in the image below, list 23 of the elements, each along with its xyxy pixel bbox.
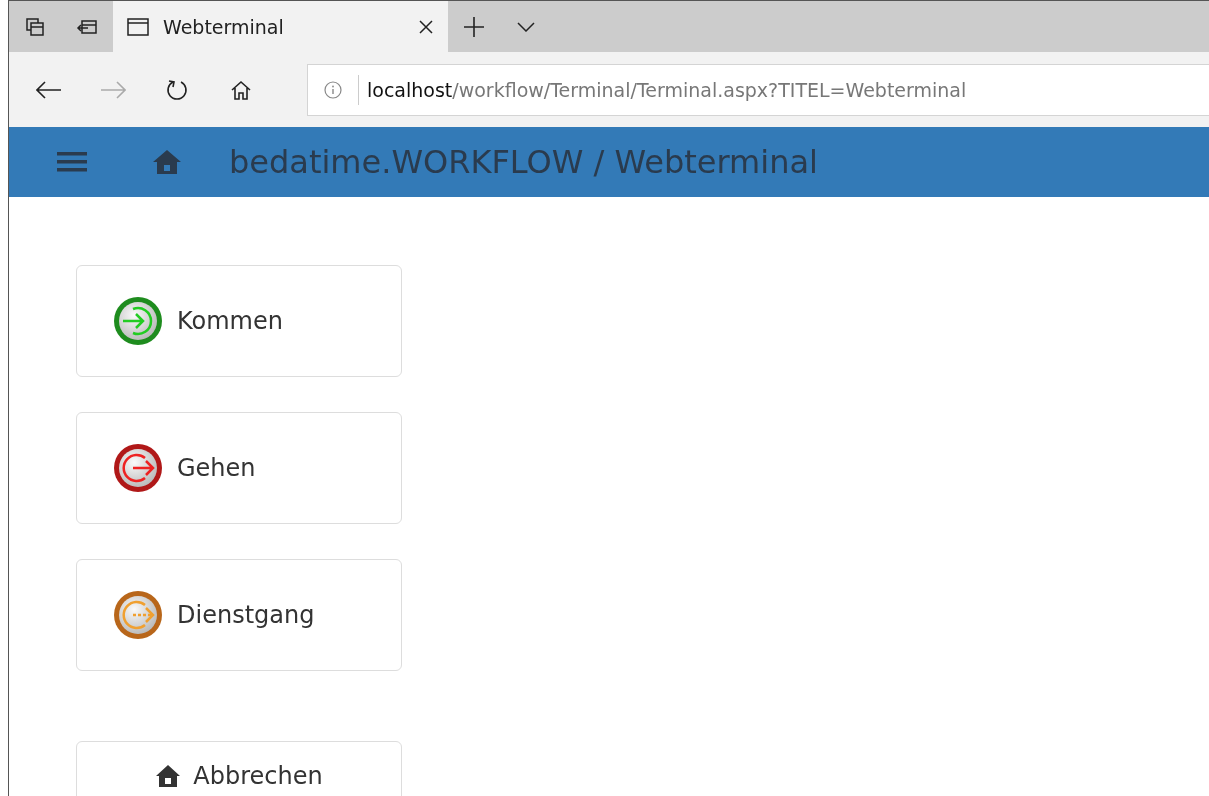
chevron-down-icon bbox=[517, 21, 535, 32]
menu-button[interactable] bbox=[57, 151, 87, 173]
cancel-button[interactable]: Abbrechen bbox=[76, 741, 402, 796]
action-button[interactable]: Dienstgang bbox=[76, 559, 402, 671]
home-icon bbox=[230, 79, 252, 100]
tab-aside-icon bbox=[76, 17, 98, 36]
plus-icon bbox=[463, 15, 485, 38]
windows-icon bbox=[25, 16, 45, 37]
menu-icon bbox=[57, 151, 87, 173]
house-icon bbox=[155, 764, 182, 788]
page-title: bedatime.WORKFLOW / Webterminal bbox=[229, 143, 818, 181]
page-icon bbox=[127, 17, 149, 36]
refresh-icon bbox=[166, 78, 188, 101]
address-field[interactable]: localhost/workflow/Terminal/Terminal.aspx?TITEL=Webterminal bbox=[307, 63, 1209, 116]
arrow-right-icon bbox=[100, 80, 126, 99]
info-icon bbox=[324, 80, 342, 99]
tab-title: Webterminal bbox=[163, 15, 285, 38]
action-button[interactable]: Kommen bbox=[76, 265, 402, 377]
browser-tab[interactable]: Webterminal bbox=[113, 1, 448, 52]
close-icon bbox=[418, 18, 434, 35]
house-icon bbox=[152, 149, 182, 175]
action-button[interactable]: Gehen bbox=[76, 412, 402, 524]
arrow-left-icon bbox=[36, 80, 62, 99]
